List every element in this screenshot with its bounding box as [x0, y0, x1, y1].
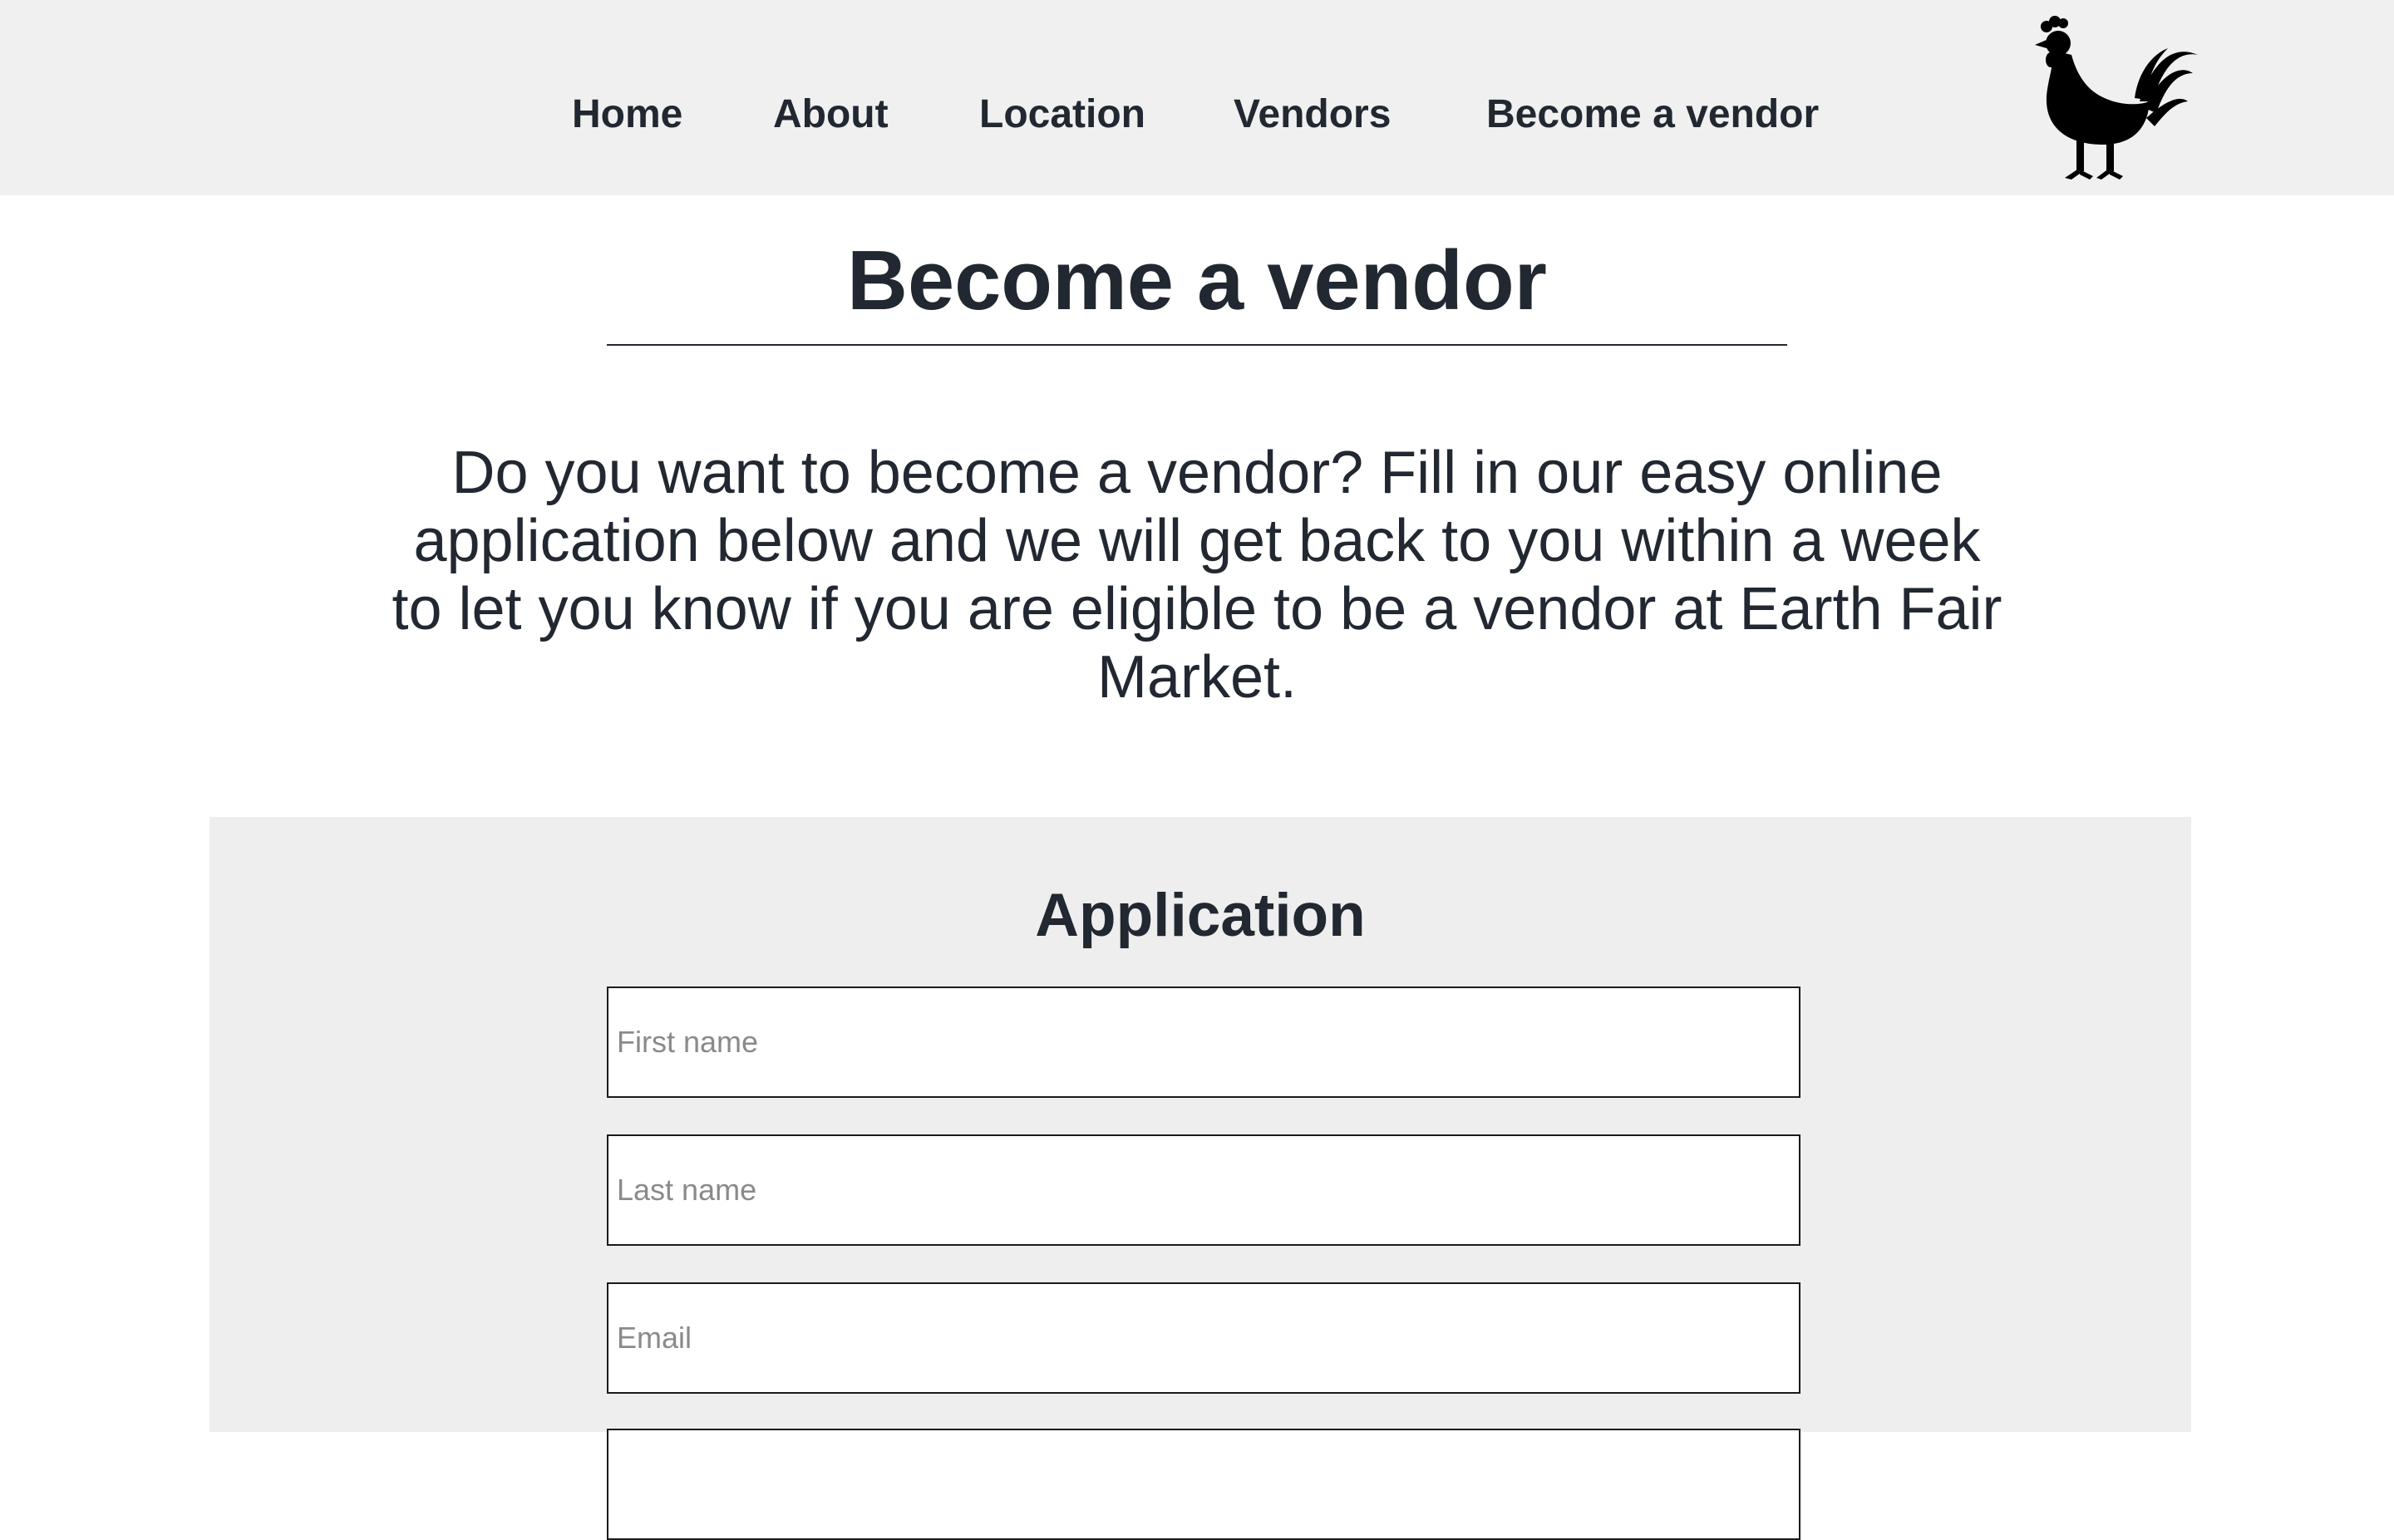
first-name-input[interactable] — [607, 986, 1800, 1098]
nav-link-vendors[interactable]: Vendors — [1234, 95, 1391, 135]
navbar: Home About Location Vendors Become a ven… — [0, 0, 2394, 195]
rooster-icon[interactable] — [2035, 15, 2198, 181]
intro-text: Do you want to become a vendor? Fill in … — [392, 440, 2002, 711]
title-divider — [607, 344, 1787, 346]
page-title: Become a vendor — [847, 234, 1547, 327]
application-title: Application — [1035, 882, 1366, 949]
nav-link-about[interactable]: About — [773, 95, 889, 135]
last-name-input[interactable] — [607, 1134, 1800, 1246]
fourth-input[interactable] — [607, 1429, 1800, 1540]
nav-link-become-a-vendor[interactable]: Become a vendor — [1486, 95, 1819, 135]
nav-link-location[interactable]: Location — [979, 95, 1145, 135]
email-input[interactable] — [607, 1282, 1800, 1394]
application-panel: Application — [209, 817, 2191, 1540]
nav-link-home[interactable]: Home — [572, 95, 682, 135]
